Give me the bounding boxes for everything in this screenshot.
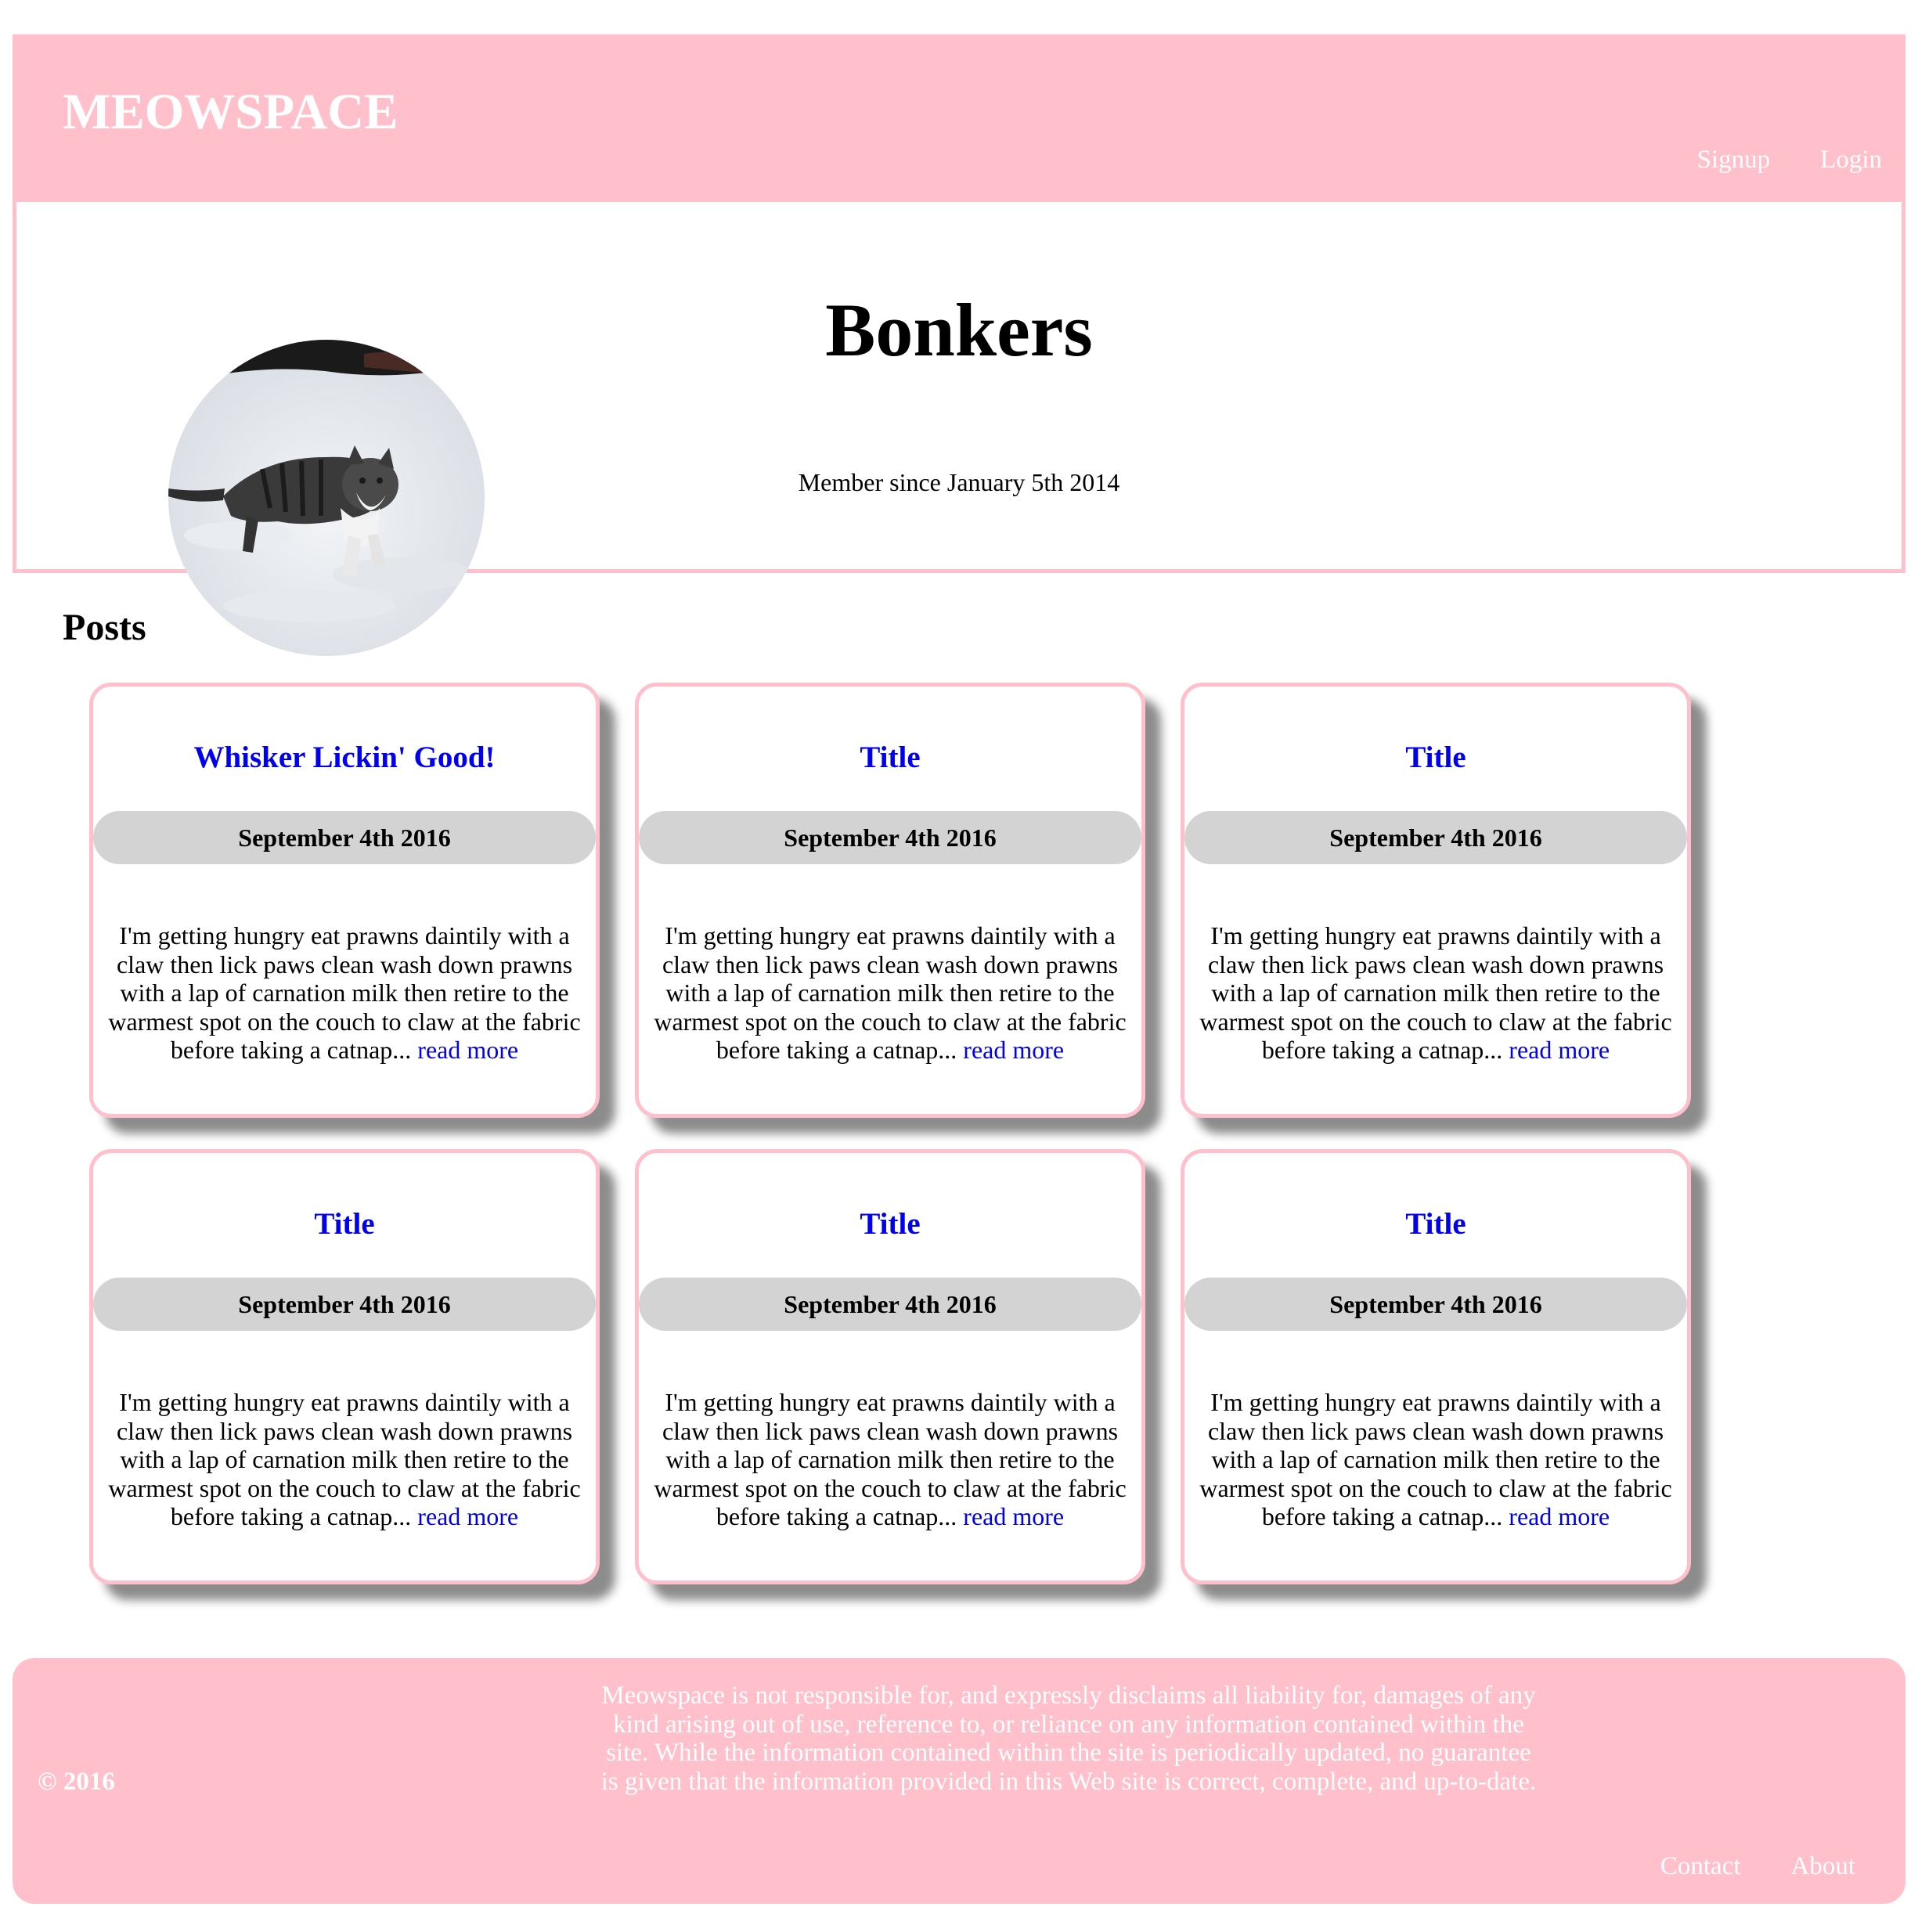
read-more-link[interactable]: read more xyxy=(417,1502,518,1530)
read-more-link[interactable]: read more xyxy=(963,1502,1064,1530)
post-date: September 4th 2016 xyxy=(93,1278,596,1331)
site-header: MEOWSPACE Signup Login xyxy=(13,34,1905,202)
footer-nav: Contact About xyxy=(1660,1852,1855,1881)
post-excerpt: I'm getting hungry eat prawns daintily w… xyxy=(106,921,583,1065)
post-card: Title September 4th 2016 I'm getting hun… xyxy=(635,683,1145,1118)
posts-grid: Whisker Lickin' Good! September 4th 2016… xyxy=(89,683,1691,1584)
copyright: © 2016 xyxy=(38,1768,115,1796)
site-logo[interactable]: MEOWSPACE xyxy=(63,83,398,142)
post-date: September 4th 2016 xyxy=(639,1278,1141,1331)
read-more-link[interactable]: read more xyxy=(1509,1502,1610,1530)
read-more-link[interactable]: read more xyxy=(417,1036,518,1064)
post-date: September 4th 2016 xyxy=(639,811,1141,864)
header-nav: Signup Login xyxy=(1697,146,1882,175)
about-link[interactable]: About xyxy=(1791,1852,1856,1881)
site-footer: © 2016 Meowspace is not responsible for,… xyxy=(13,1658,1905,1904)
post-excerpt: I'm getting hungry eat prawns daintily w… xyxy=(106,1388,583,1531)
post-excerpt: I'm getting hungry eat prawns daintily w… xyxy=(1197,1388,1675,1531)
post-date: September 4th 2016 xyxy=(1184,1278,1687,1331)
post-excerpt: I'm getting hungry eat prawns daintily w… xyxy=(651,1388,1129,1531)
avatar xyxy=(168,340,485,656)
posts-heading: Posts xyxy=(63,607,146,648)
read-more-link[interactable]: read more xyxy=(1509,1036,1610,1064)
login-link[interactable]: Login xyxy=(1820,146,1882,175)
disclaimer: Meowspace is not responsible for, and ex… xyxy=(600,1681,1537,1796)
post-card: Title September 4th 2016 I'm getting hun… xyxy=(635,1149,1145,1584)
post-title-link[interactable]: Title xyxy=(639,1206,1141,1242)
post-card: Title September 4th 2016 I'm getting hun… xyxy=(89,1149,600,1584)
post-excerpt: I'm getting hungry eat prawns daintily w… xyxy=(651,921,1129,1065)
post-card: Title September 4th 2016 I'm getting hun… xyxy=(1181,1149,1691,1584)
signup-link[interactable]: Signup xyxy=(1697,146,1771,175)
post-card: Title September 4th 2016 I'm getting hun… xyxy=(1181,683,1691,1118)
post-title-link[interactable]: Title xyxy=(639,740,1141,775)
cat-photo xyxy=(168,340,485,656)
contact-link[interactable]: Contact xyxy=(1660,1852,1741,1881)
post-title-link[interactable]: Title xyxy=(1184,1206,1687,1242)
post-excerpt: I'm getting hungry eat prawns daintily w… xyxy=(1197,921,1675,1065)
post-date: September 4th 2016 xyxy=(93,811,596,864)
read-more-link[interactable]: read more xyxy=(963,1036,1064,1064)
post-title-link[interactable]: Whisker Lickin' Good! xyxy=(93,740,596,775)
post-title-link[interactable]: Title xyxy=(93,1206,596,1242)
post-date: September 4th 2016 xyxy=(1184,811,1687,864)
post-title-link[interactable]: Title xyxy=(1184,740,1687,775)
post-card: Whisker Lickin' Good! September 4th 2016… xyxy=(89,683,600,1118)
